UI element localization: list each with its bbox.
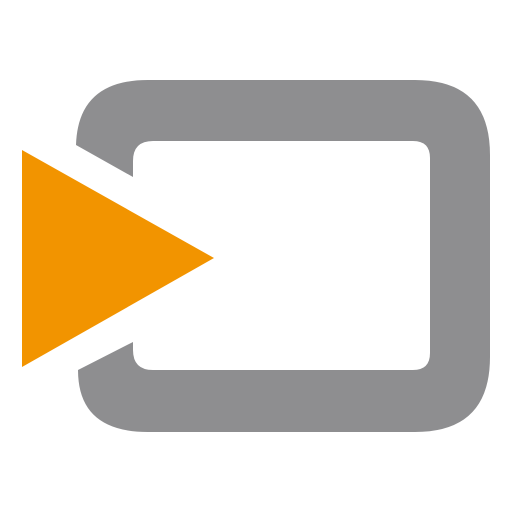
play-triangle — [22, 150, 214, 367]
video-play-icon — [22, 80, 490, 432]
logo-canvas — [0, 0, 512, 512]
